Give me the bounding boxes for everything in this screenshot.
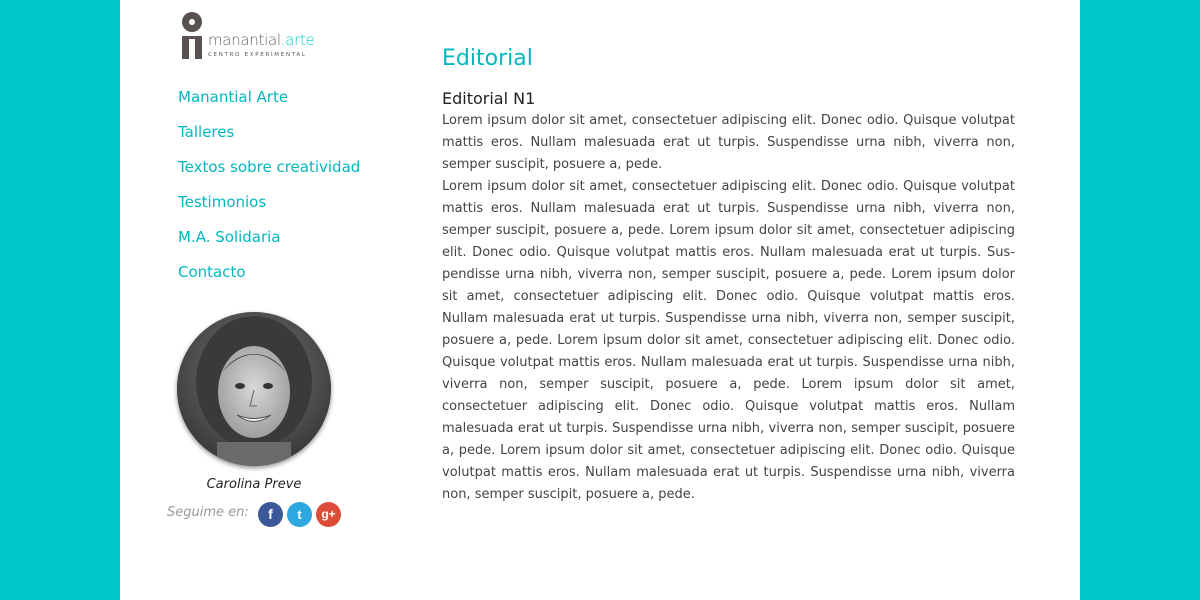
nav-item-testimonios[interactable]: Testimonios	[178, 191, 360, 226]
twitter-icon[interactable]: t	[287, 502, 312, 527]
logo-wordmark: manantial.arte	[208, 30, 315, 50]
avatar-portrait-icon	[177, 312, 331, 466]
article-title: Editorial N1	[442, 89, 536, 108]
google-plus-icon[interactable]: g+	[316, 502, 341, 527]
nav-item-manantial-arte[interactable]: Manantial Arte	[178, 86, 360, 121]
logo-name-suffix: .arte	[280, 31, 315, 49]
logo-mark-icon	[182, 12, 202, 59]
nav-item-textos[interactable]: Textos sobre creatividad	[178, 156, 360, 191]
page-container: manantial.arte CENTRO EXPERIMENTAL Manan…	[120, 0, 1080, 600]
nav-item-solidaria[interactable]: M.A. Solidaria	[178, 226, 360, 261]
nav-item-talleres[interactable]: Talleres	[178, 121, 360, 156]
page-title: Editorial	[442, 46, 533, 71]
main-nav: Manantial Arte Talleres Textos sobre cre…	[178, 86, 360, 296]
logo-tagline: CENTRO EXPERIMENTAL	[208, 52, 307, 58]
main-content: Editorial Editorial N1 Lorem ipsum dolor…	[442, 44, 1015, 506]
nav-item-contacto[interactable]: Contacto	[178, 261, 360, 296]
follow-label: Seguime en:	[167, 505, 249, 520]
facebook-icon[interactable]: f	[258, 502, 283, 527]
logo-name: manantial	[208, 31, 281, 49]
avatar	[177, 312, 331, 466]
site-logo[interactable]: manantial.arte CENTRO EXPERIMENTAL	[180, 12, 320, 62]
article-paragraph-2: Lorem ipsum dolor sit amet, consectetuer…	[442, 179, 1015, 502]
article-paragraph-1: Lorem ipsum dolor sit amet, consectetuer…	[442, 113, 1015, 172]
author-name: Carolina Preve	[206, 477, 302, 492]
